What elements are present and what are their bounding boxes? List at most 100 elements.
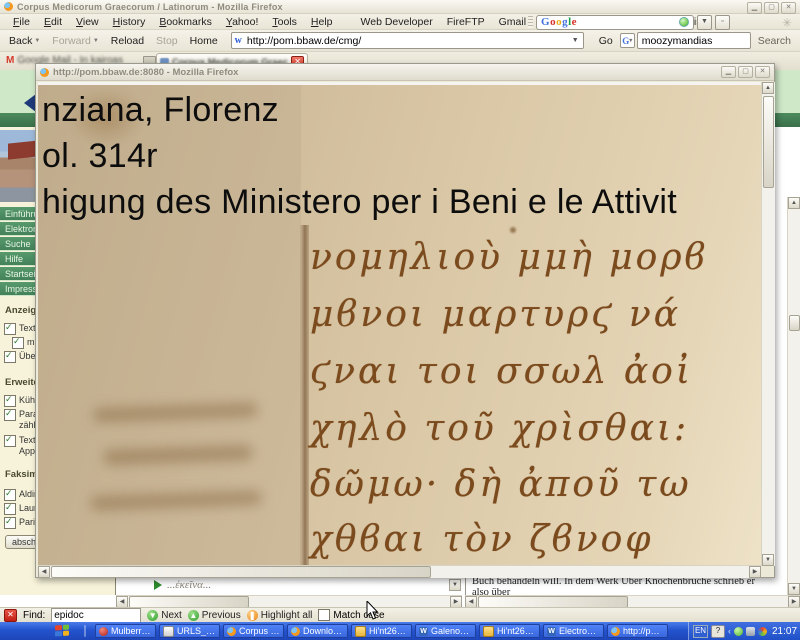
tray-green-icon[interactable]	[734, 627, 743, 636]
clock[interactable]: 21:07	[772, 626, 797, 637]
close-button[interactable]: ✕	[781, 2, 796, 14]
google-toolbar-dropdown[interactable]: ▼	[697, 15, 712, 30]
google-search-engine-icon[interactable]: G▾	[620, 33, 635, 48]
forward-button[interactable]: Forward▼	[47, 33, 103, 49]
scroll-up-icon[interactable]: ▲	[762, 82, 774, 94]
parchment-spot	[510, 227, 516, 233]
popup-hscrollbar[interactable]: ◀ ▶	[38, 565, 761, 578]
url-input[interactable]	[245, 33, 570, 48]
word-icon: W	[547, 627, 556, 636]
menu-history[interactable]: History	[106, 15, 153, 29]
checkbox-icon[interactable]	[4, 351, 16, 363]
back-dropdown-icon[interactable]: ▼	[34, 38, 40, 44]
find-next-button[interactable]: ▼Next	[147, 610, 182, 621]
caption-line-3: higung des Ministero per i Beni e le Att…	[42, 183, 677, 222]
checkbox-text[interactable]: Text	[4, 323, 36, 335]
popup-vscrollbar[interactable]: ▲ ▼	[761, 82, 775, 566]
google-toolbar-button[interactable]: ▫	[715, 15, 730, 30]
search-button[interactable]: Search	[753, 33, 796, 49]
find-previous-button[interactable]: ▲Previous	[188, 610, 241, 621]
scroll-down-icon[interactable]: ▼	[762, 554, 774, 566]
scroll-down-icon[interactable]: ▼	[788, 583, 800, 595]
popup-maximize-button[interactable]: ▢	[738, 66, 753, 78]
right-frame-scrollbar[interactable]: ▲ ▼	[787, 197, 800, 595]
scrollbar-thumb[interactable]	[763, 96, 774, 188]
stop-button[interactable]: Stop	[151, 33, 183, 49]
checkbox-icon[interactable]	[4, 409, 16, 421]
frame-scroll-down-icon[interactable]: ▼	[449, 579, 461, 591]
task-corpus-medicorum[interactable]: Corpus Medi...	[223, 624, 284, 638]
url-dropdown-icon[interactable]: ▼	[570, 37, 581, 44]
scroll-right-icon[interactable]: ▶	[749, 566, 761, 578]
main-titlebar: Corpus Medicorum Graecorum / Latinorum -…	[0, 0, 800, 14]
location-bar[interactable]: w ▼	[231, 32, 584, 49]
highlight-all-button[interactable]: ❚Highlight all	[247, 610, 313, 621]
popup-close-button[interactable]: ✕	[755, 66, 770, 78]
scrollbar-thumb[interactable]	[789, 315, 800, 331]
popup-titlebar[interactable]: http://pom.bbaw.de:8080 - Mozilla Firefo…	[36, 64, 774, 81]
close-find-icon[interactable]: ✕	[4, 609, 17, 622]
task-hint262-folder-2[interactable]: Hi'nt262'an...	[479, 624, 540, 638]
checkbox-icon[interactable]	[4, 503, 16, 515]
tray-color-icon[interactable]	[758, 627, 767, 636]
keyboard-help-icon[interactable]: ?	[711, 625, 725, 638]
toolbar-search-box[interactable]	[637, 32, 751, 49]
menu-gmail[interactable]: Gmail	[492, 15, 533, 29]
menu-yahoo[interactable]: Yahoo!	[219, 15, 266, 29]
scroll-left-icon[interactable]: ◀	[38, 566, 50, 578]
greek-fragment-row: ...ἐκεῖνα...	[154, 579, 211, 591]
menu-edit[interactable]: Edit	[37, 15, 69, 29]
tray-gray-icon[interactable]	[746, 627, 755, 636]
task-mulberry[interactable]: Mulberry (C...	[95, 624, 156, 638]
toolbar-grip-icon[interactable]	[528, 16, 533, 28]
menu-help[interactable]: Help	[304, 15, 340, 29]
german-paragraph: Buch behandeln will. In dem Werk Über Kn…	[472, 576, 772, 596]
manuscript-line-5: δῶμω· δὴ ἀποῦ τω	[310, 464, 692, 505]
checkbox-icon[interactable]	[4, 489, 16, 501]
reload-button[interactable]: Reload	[106, 33, 149, 49]
task-hint262-folder-1[interactable]: Hi'nt262're...	[351, 624, 412, 638]
manuscript-line-3: ϛναι τοι σσωλ ἀοἰ	[310, 351, 693, 392]
document-icon	[163, 626, 174, 637]
greek-fragment-text: ...ἐκεῖνα...	[167, 579, 211, 591]
find-label: Find:	[23, 610, 45, 621]
menu-file[interactable]: File	[6, 15, 37, 29]
google-search-orb-icon	[679, 17, 689, 27]
task-urls-of-sn[interactable]: URLS_of_Sn...	[159, 624, 220, 638]
play-triangle-icon[interactable]	[154, 580, 162, 590]
go-button[interactable]: Go	[594, 33, 618, 49]
start-button[interactable]	[55, 625, 69, 637]
folder-icon	[483, 626, 494, 637]
menu-bookmarks[interactable]: Bookmarks	[152, 15, 219, 29]
quicklaunch-divider	[84, 625, 86, 637]
scroll-up-icon[interactable]: ▲	[788, 197, 800, 209]
task-http-pom[interactable]: http://pom...	[607, 624, 668, 638]
scrollbar-thumb[interactable]	[51, 566, 431, 578]
find-input[interactable]	[51, 608, 141, 623]
menu-firefтp[interactable]: FireFTP	[440, 15, 492, 29]
checkbox-icon[interactable]	[4, 395, 16, 407]
popup-window: http://pom.bbaw.de:8080 - Mozilla Firefo…	[35, 63, 775, 578]
minimize-button[interactable]: ▁	[747, 2, 762, 14]
popup-minimize-button[interactable]: ▁	[721, 66, 736, 78]
checkbox-icon[interactable]	[4, 517, 16, 529]
main-window-title: Corpus Medicorum Graecorum / Latinorum -…	[17, 2, 283, 12]
menu-web-developer[interactable]: Web Developer	[354, 15, 440, 29]
task-downloads[interactable]: Downloads	[287, 624, 348, 638]
checkbox-icon[interactable]	[12, 337, 24, 349]
maximize-button[interactable]: ▢	[764, 2, 779, 14]
checkbox-icon[interactable]	[318, 609, 330, 621]
task-galenos-doc[interactable]: WGalenos doc...	[415, 624, 476, 638]
checkbox-icon[interactable]	[4, 323, 16, 335]
task-electronicte[interactable]: WElectronicTe...	[543, 624, 604, 638]
menu-view[interactable]: View	[69, 15, 106, 29]
checkbox-icon[interactable]	[4, 435, 16, 447]
google-toolbar: Google ▼ ▫	[528, 15, 730, 29]
google-toolbar-searchbox[interactable]: Google	[536, 15, 694, 30]
home-button[interactable]: Home	[185, 33, 223, 49]
tray-chevron-icon[interactable]: ‹	[728, 626, 731, 636]
menu-tools[interactable]: Tools	[265, 15, 304, 29]
language-indicator[interactable]: EN	[693, 625, 708, 638]
forward-dropdown-icon[interactable]: ▼	[93, 38, 99, 44]
back-button[interactable]: Back▼	[4, 33, 45, 49]
